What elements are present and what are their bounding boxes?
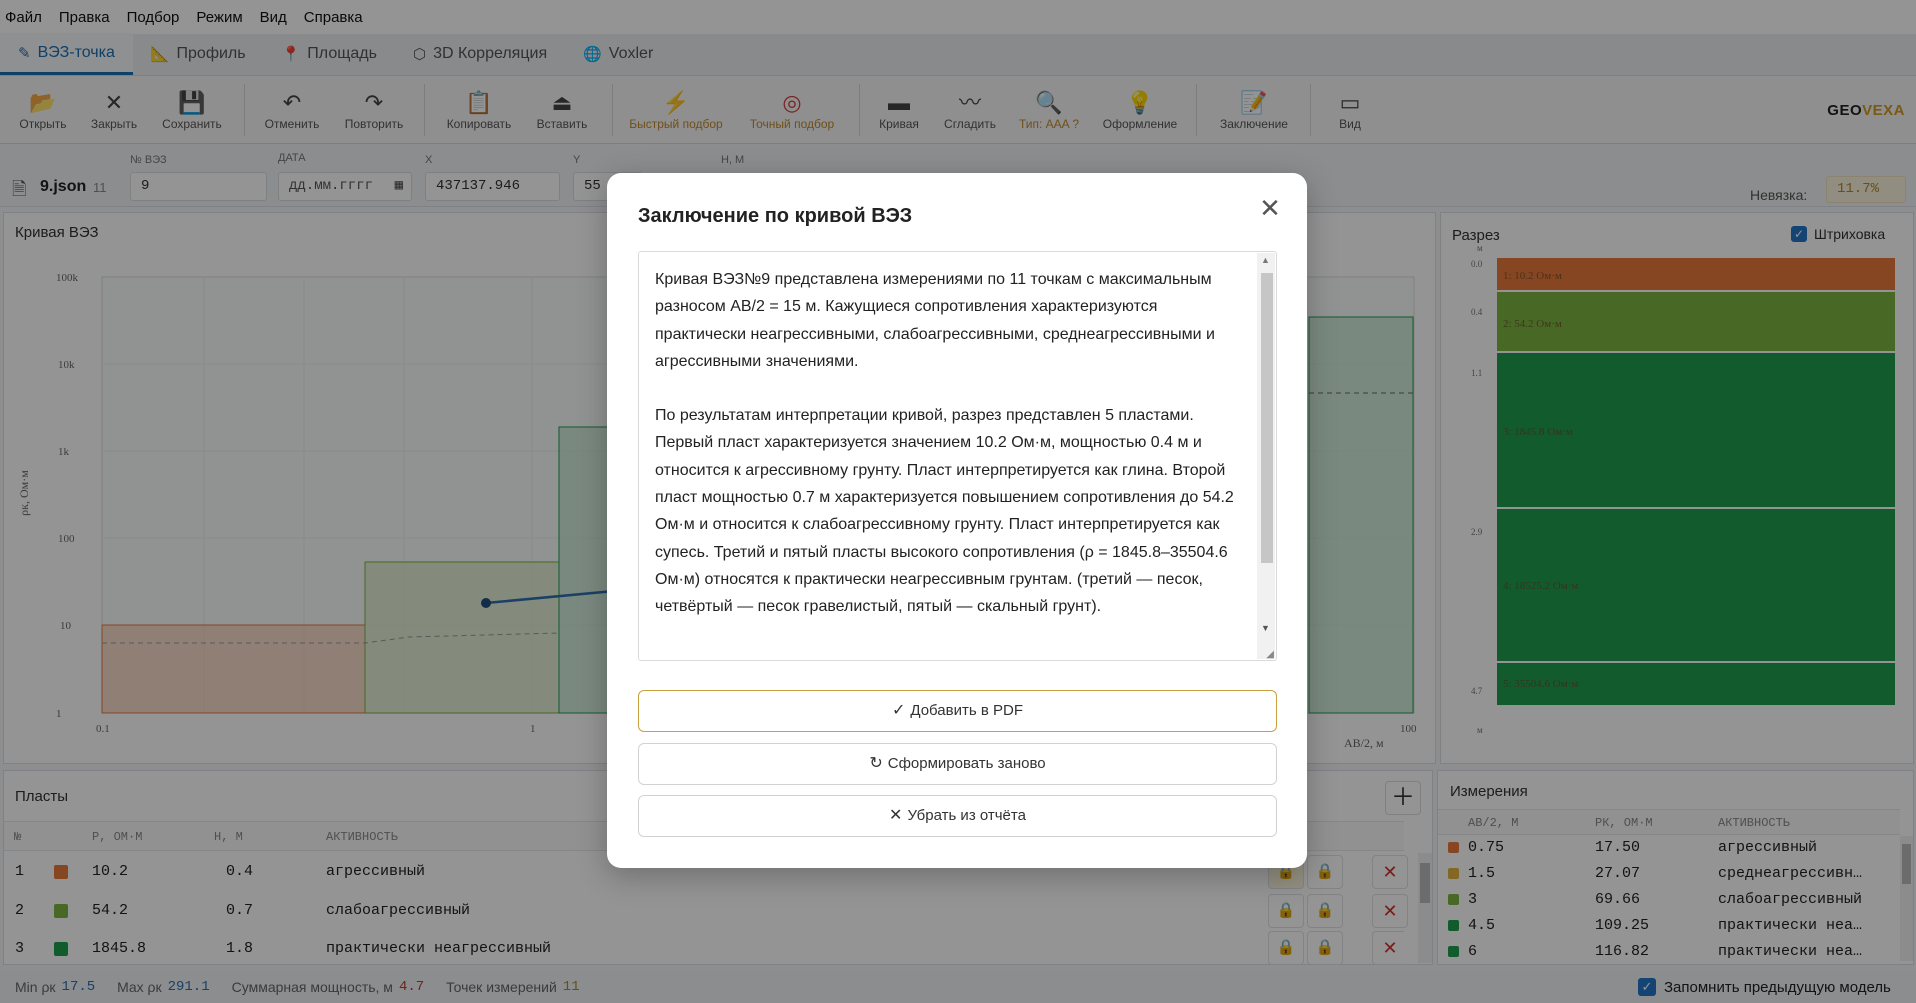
conclusion-paragraph: По результатам интерпретации кривой, раз… (655, 407, 1234, 616)
dialog-title: Заключение по кривой ВЭЗ (638, 205, 913, 227)
close-icon: ✕ (889, 807, 903, 824)
conclusion-textarea[interactable]: Кривая ВЭЗ№9 представлена измерениями по… (638, 251, 1277, 661)
remove-from-report-label: Убрать из отчёта (907, 807, 1026, 824)
resize-handle-icon[interactable]: ◢ (1266, 649, 1274, 660)
conclusion-paragraph: Кривая ВЭЗ№9 представлена измерениями по… (655, 271, 1215, 370)
add-to-pdf-label: Добавить в PDF (910, 702, 1023, 719)
scroll-down-icon[interactable]: ▼ (1261, 623, 1270, 633)
textarea-scrollbar[interactable]: ▲ ▼ (1257, 253, 1275, 659)
scroll-up-icon[interactable]: ▲ (1261, 255, 1270, 265)
check-icon: ✓ (891, 702, 906, 719)
remove-from-report-button[interactable]: ✕ Убрать из отчёта (638, 795, 1277, 837)
close-dialog-button[interactable]: ✕ (1253, 191, 1287, 225)
add-to-pdf-button[interactable]: ✓ Добавить в PDF (638, 690, 1277, 732)
refresh-icon: ↻ (869, 755, 883, 772)
scrollbar-thumb[interactable] (1261, 273, 1273, 563)
conclusion-text: Кривая ВЭЗ№9 представлена измерениями по… (655, 266, 1235, 648)
regenerate-label: Сформировать заново (887, 755, 1046, 772)
regenerate-button[interactable]: ↻ Сформировать заново (638, 743, 1277, 785)
close-icon: ✕ (1259, 193, 1281, 223)
conclusion-dialog: Заключение по кривой ВЭЗ ✕ Кривая ВЭЗ№9 … (607, 173, 1307, 868)
